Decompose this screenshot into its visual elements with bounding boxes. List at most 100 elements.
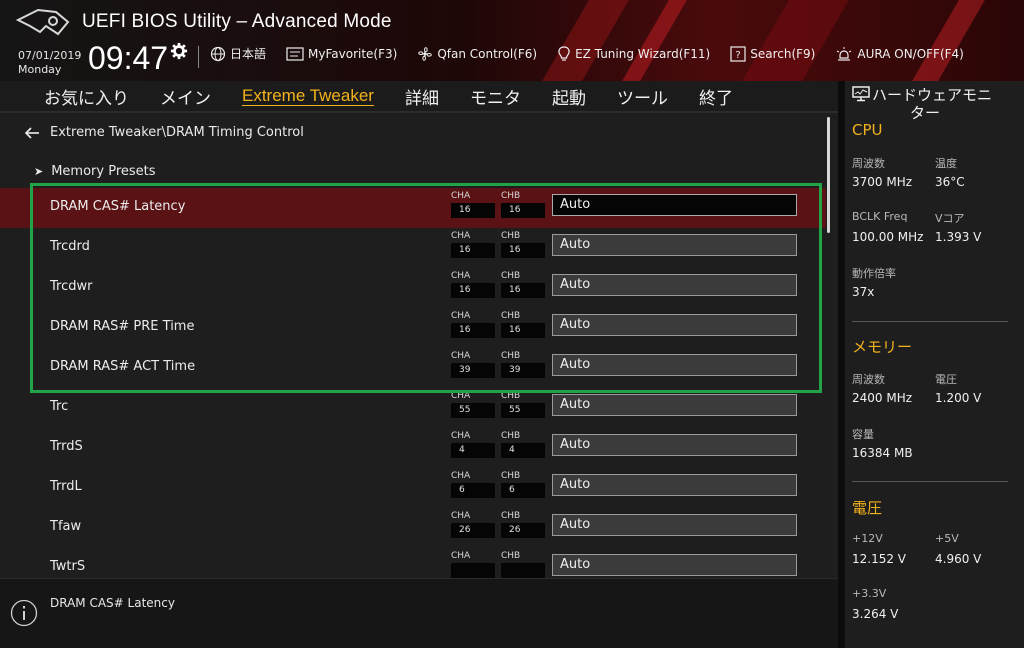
chb-value: 39	[501, 363, 545, 378]
tab-boot[interactable]: 起動	[552, 84, 586, 109]
title-line-2: ター	[909, 104, 940, 122]
setting-row-tfaw[interactable]: Tfaw CHA 26 CHB 26 Auto	[0, 508, 826, 548]
setting-value-field[interactable]: Auto	[552, 314, 797, 336]
chb-label: CHB	[501, 231, 521, 241]
channel-b-value: CHB	[501, 550, 545, 578]
aura-icon	[837, 46, 852, 61]
cpu-temp-label: 温度	[935, 157, 957, 170]
app-title: UEFI BIOS Utility – Advanced Mode	[82, 11, 392, 32]
channel-b-value: CHB 16	[501, 310, 545, 338]
hardware-monitor-panel: ハードウェアモニ ター CPU 周波数 温度 3700 MHz 36°C BCL…	[845, 81, 1024, 648]
v5-label: +5V	[935, 532, 959, 545]
setting-row-trcdrd[interactable]: Trcdrd CHA 16 CHB 16 Auto	[0, 228, 826, 268]
bclk-label: BCLK Freq	[852, 210, 908, 223]
setting-value-field[interactable]: Auto	[552, 234, 797, 256]
tab-advanced[interactable]: 詳細	[405, 84, 439, 109]
setting-value-field[interactable]: Auto	[552, 474, 797, 496]
tab-tool[interactable]: ツール	[617, 84, 668, 109]
channel-b-value: CHB 16	[501, 270, 545, 298]
gear-icon[interactable]	[170, 42, 188, 60]
cha-value: 16	[451, 283, 495, 298]
cha-value: 6	[451, 483, 495, 498]
chb-value: 16	[501, 243, 545, 258]
cpu-freq-label: 周波数	[852, 157, 885, 170]
breadcrumb[interactable]: Extreme Tweaker\DRAM Timing Control	[24, 125, 304, 140]
channel-a-value: CHA 39	[451, 350, 495, 378]
channel-b-value: CHB 16	[501, 190, 545, 218]
setting-row-trrdl[interactable]: TrrdL CHA 6 CHB 6 Auto	[0, 468, 826, 508]
chb-value: 26	[501, 523, 545, 538]
chb-value: 6	[501, 483, 545, 498]
setting-label: TrrdS	[50, 439, 83, 454]
setting-row-trrds[interactable]: TrrdS CHA 4 CHB 4 Auto	[0, 428, 826, 468]
tab-extreme-tweaker[interactable]: Extreme Tweaker	[242, 86, 374, 106]
setting-label: Trcdrd	[50, 239, 90, 254]
favorite-icon	[286, 46, 304, 61]
cha-label: CHA	[451, 471, 471, 481]
search-icon: ?	[730, 45, 746, 62]
search-button[interactable]: ? Search(F9)	[730, 45, 815, 62]
tab-monitor[interactable]: モニタ	[470, 84, 521, 109]
channel-a-value: CHA 16	[451, 270, 495, 298]
setting-label: Tfaw	[50, 519, 82, 534]
cha-label: CHA	[451, 351, 471, 361]
tab-exit[interactable]: 終了	[699, 84, 733, 109]
submenu-arrow-icon: ➤	[34, 165, 44, 178]
header-decoration	[719, 0, 861, 81]
header-decoration	[519, 0, 641, 81]
v12-label: +12V	[852, 532, 883, 545]
mem-cap-label: 容量	[852, 428, 874, 441]
channel-a-value: CHA 55	[451, 390, 495, 418]
setting-row-trc[interactable]: Trc CHA 55 CHB 55 Auto	[0, 388, 826, 428]
mem-freq-value: 2400 MHz	[852, 391, 913, 405]
chb-value: 16	[501, 323, 545, 338]
channel-b-value: CHB 39	[501, 350, 545, 378]
cha-label: CHA	[451, 391, 471, 401]
setting-row-dram-cas-latency[interactable]: DRAM CAS# Latency CHA 16 CHB 16 Auto	[0, 188, 826, 228]
setting-label: TwtrS	[50, 559, 86, 574]
setting-label: Trc	[50, 399, 69, 414]
setting-value-field[interactable]: Auto	[552, 274, 797, 296]
memory-presets-item[interactable]: ➤ Memory Presets	[34, 164, 156, 179]
cha-value: 39	[451, 363, 495, 378]
setting-value-field[interactable]: Auto	[552, 394, 797, 416]
language-button[interactable]: 日本語	[210, 45, 266, 62]
setting-row-dram-ras-act-time[interactable]: DRAM RAS# ACT Time CHA 39 CHB 39 Auto	[0, 348, 826, 388]
channel-a-value: CHA 4	[451, 430, 495, 458]
v33-label: +3.3V	[852, 587, 887, 600]
voltage-section-title: 電圧	[852, 499, 883, 517]
setting-value-field[interactable]: Auto	[552, 554, 797, 576]
channel-b-value: CHB 26	[501, 510, 545, 538]
qfan-control-button[interactable]: Qfan Control(F6)	[417, 46, 537, 62]
channel-b-value: CHB 55	[501, 390, 545, 418]
setting-value-field[interactable]: Auto	[552, 434, 797, 456]
setting-row-trcdwr[interactable]: Trcdwr CHA 16 CHB 16 Auto	[0, 268, 826, 308]
back-arrow-icon[interactable]	[24, 126, 40, 139]
chb-value: 55	[501, 403, 545, 418]
setting-value-field[interactable]: Auto	[552, 514, 797, 536]
setting-row-twtrs[interactable]: TwtrS CHA CHB Auto	[0, 548, 826, 578]
main-nav: お気に入り メイン Extreme Tweaker 詳細 モニタ 起動 ツール …	[0, 81, 838, 111]
date-text: 07/01/2019	[18, 49, 82, 62]
channel-b-value: CHB 4	[501, 430, 545, 458]
clock-time: 09:47	[88, 40, 169, 76]
tab-favorites[interactable]: お気に入り	[44, 84, 129, 109]
setting-value-field[interactable]: Auto	[552, 194, 797, 216]
ez-tuning-wizard-button[interactable]: EZ Tuning Wizard(F11)	[557, 45, 710, 62]
cpu-section-title: CPU	[852, 121, 883, 139]
aura-toggle-button[interactable]: AURA ON/OFF(F4)	[835, 46, 964, 62]
help-bar: DRAM CAS# Latency	[0, 578, 838, 648]
myfavorite-button[interactable]: MyFavorite(F3)	[286, 47, 397, 61]
cha-value: 16	[451, 323, 495, 338]
setting-value-field[interactable]: Auto	[552, 354, 797, 376]
rog-logo-icon	[16, 8, 70, 36]
tab-main[interactable]: メイン	[160, 84, 211, 109]
channel-a-value: CHA 16	[451, 230, 495, 258]
scrollbar[interactable]	[827, 117, 830, 233]
globe-icon	[210, 46, 226, 61]
chb-value: 16	[501, 203, 545, 218]
setting-row-dram-ras-pre-time[interactable]: DRAM RAS# PRE Time CHA 16 CHB 16 Auto	[0, 308, 826, 348]
day-text: Monday	[18, 63, 62, 76]
cha-value: 4	[451, 443, 495, 458]
chb-label: CHB	[501, 471, 521, 481]
